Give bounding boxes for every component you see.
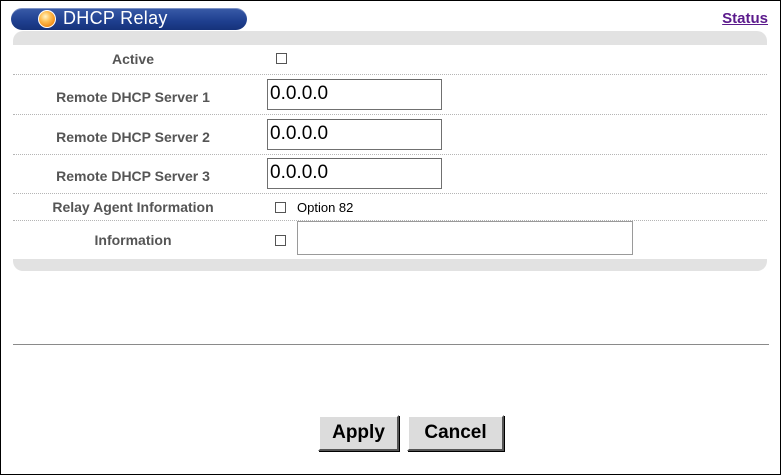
- server3-input[interactable]: 0.0.0.0: [267, 158, 442, 189]
- dhcp-relay-form: Active Remote DHCP Server 1 0.0.0.0 Remo…: [13, 45, 767, 259]
- server2-input[interactable]: 0.0.0.0: [267, 119, 442, 150]
- server1-label: Remote DHCP Server 1: [56, 89, 210, 105]
- option82-label: Option 82: [297, 200, 354, 215]
- row-server1: Remote DHCP Server 1 0.0.0.0: [13, 75, 767, 115]
- relay-agent-label: Relay Agent Information: [52, 199, 214, 215]
- cancel-button[interactable]: Cancel: [407, 415, 504, 451]
- row-information: Information: [13, 221, 767, 257]
- status-link[interactable]: Status: [722, 10, 768, 27]
- active-checkbox[interactable]: [276, 53, 287, 64]
- page-title: DHCP Relay: [63, 8, 168, 28]
- server3-label: Remote DHCP Server 3: [56, 168, 210, 184]
- server1-input[interactable]: 0.0.0.0: [267, 79, 442, 110]
- information-checkbox[interactable]: [275, 235, 286, 246]
- dhcp-relay-panel: DHCP Relay Status Active Remote DHCP Ser…: [0, 0, 781, 475]
- title-bar: DHCP Relay: [11, 8, 247, 30]
- orb-icon: [38, 10, 56, 28]
- divider: [13, 344, 769, 345]
- row-relay-agent: Relay Agent Information Option 82: [13, 194, 767, 221]
- row-server2: Remote DHCP Server 2 0.0.0.0: [13, 115, 767, 155]
- row-server3: Remote DHCP Server 3 0.0.0.0: [13, 155, 767, 194]
- server2-label: Remote DHCP Server 2: [56, 129, 210, 145]
- apply-button[interactable]: Apply: [318, 415, 399, 451]
- option82-checkbox[interactable]: [275, 202, 286, 213]
- row-active: Active: [13, 45, 767, 75]
- information-label: Information: [94, 232, 172, 248]
- active-label: Active: [111, 51, 155, 67]
- information-input[interactable]: [297, 221, 633, 255]
